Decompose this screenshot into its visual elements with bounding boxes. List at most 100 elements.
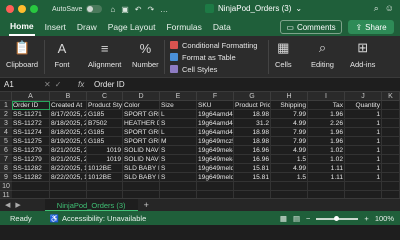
table-cell[interactable]: 1019 — [87, 146, 123, 155]
table-cell[interactable] — [123, 182, 160, 191]
search-icon[interactable]: ⌕ — [374, 3, 379, 14]
column-header-c[interactable]: C — [87, 92, 123, 101]
redo-icon[interactable]: ↷ — [147, 5, 154, 14]
table-cell[interactable]: 8/18/2025, 2 — [50, 128, 87, 137]
table-cell[interactable]: 15.81 — [234, 164, 271, 173]
table-cell[interactable]: 2.26 — [308, 119, 345, 128]
account-icon[interactable]: ☺ — [385, 3, 394, 14]
row-header-9[interactable]: 9 — [0, 173, 12, 182]
row-header-8[interactable]: 8 — [0, 164, 12, 173]
tab-draw[interactable]: Draw — [76, 19, 98, 35]
table-cell[interactable] — [308, 191, 345, 198]
table-cell[interactable]: 1 — [345, 164, 382, 173]
table-cell[interactable]: 18.98 — [234, 110, 271, 119]
table-cell[interactable]: 1 — [345, 128, 382, 137]
table-cell[interactable]: 19g649melq — [197, 173, 234, 182]
table-cell[interactable]: 8/22/2025, 1 — [50, 164, 87, 173]
table-cell[interactable] — [345, 182, 382, 191]
formula-input[interactable]: Order ID — [94, 80, 125, 89]
zoom-in-icon[interactable]: + — [364, 214, 368, 223]
row-header-2[interactable]: 2 — [0, 110, 12, 119]
table-cell[interactable]: SS-11275 — [12, 137, 50, 146]
chevron-down-icon[interactable]: ⌄ — [295, 4, 302, 13]
table-cell[interactable] — [12, 182, 50, 191]
table-cell[interactable]: S — [160, 173, 197, 182]
table-cell[interactable]: 7.99 — [271, 137, 308, 146]
select-all-corner[interactable] — [0, 92, 12, 101]
table-cell[interactable] — [160, 191, 197, 198]
table-cell[interactable]: 1 — [345, 155, 382, 164]
table-cell[interactable]: S — [160, 164, 197, 173]
table-cell[interactable]: SS-11279 — [12, 146, 50, 155]
table-cell[interactable]: L — [160, 110, 197, 119]
cell-styles-button[interactable]: Cell Styles — [170, 63, 257, 75]
table-cell[interactable]: 19g649melq — [197, 164, 234, 173]
font-group[interactable]: A Font — [54, 40, 70, 70]
table-cell[interactable]: 18.98 — [234, 128, 271, 137]
table-cell[interactable]: 8/18/2025, 2 — [50, 119, 87, 128]
table-cell[interactable]: SPORT GREY — [123, 128, 160, 137]
table-cell[interactable]: 1 — [345, 110, 382, 119]
table-cell[interactable] — [382, 137, 400, 146]
tab-insert[interactable]: Insert — [44, 19, 67, 35]
table-cell[interactable]: 1.02 — [308, 155, 345, 164]
home-icon[interactable]: ⌂ — [110, 5, 115, 14]
alignment-group[interactable]: ≡ Alignment — [88, 40, 121, 70]
accessibility-status[interactable]: ♿ Accessibility: Unavailable — [50, 214, 147, 223]
row-header-11[interactable]: 11 — [0, 191, 12, 198]
table-cell[interactable]: 1 — [345, 146, 382, 155]
table-cell[interactable]: 16.96 — [234, 146, 271, 155]
addins-group[interactable]: ⊞ Add-ins — [350, 40, 375, 69]
page-layout-view-icon[interactable]: ▤ — [293, 214, 300, 223]
table-cell[interactable] — [197, 191, 234, 198]
confirm-formula-icon[interactable]: ✓ — [55, 80, 62, 89]
autosave-control[interactable]: AutoSave — [52, 5, 103, 13]
autosave-toggle[interactable] — [86, 5, 103, 13]
header-cell[interactable]: Size — [160, 101, 197, 110]
table-cell[interactable]: SLD BABY BL — [123, 173, 160, 182]
row-header-1[interactable]: 1 — [0, 101, 12, 110]
table-cell[interactable]: 19g649mcz5 — [197, 137, 234, 146]
table-cell[interactable]: SS-11279 — [12, 155, 50, 164]
table-cell[interactable]: 8/17/2025, 2 — [50, 110, 87, 119]
table-cell[interactable] — [50, 182, 87, 191]
table-cell[interactable]: G185 — [87, 137, 123, 146]
table-cell[interactable] — [123, 191, 160, 198]
name-box[interactable]: A1 — [0, 80, 44, 89]
table-cell[interactable] — [271, 182, 308, 191]
table-cell[interactable]: HEATHER DU — [123, 119, 160, 128]
table-cell[interactable]: G185 — [87, 128, 123, 137]
header-cell[interactable]: Order ID — [12, 101, 50, 110]
table-cell[interactable]: 7.99 — [271, 110, 308, 119]
close-window-button[interactable] — [6, 5, 14, 13]
header-cell[interactable]: Product Price — [234, 101, 271, 110]
previous-sheet-icon[interactable]: ◀ — [5, 201, 10, 209]
header-cell[interactable]: Quantity — [345, 101, 382, 110]
table-cell[interactable] — [382, 182, 400, 191]
table-cell[interactable]: 1.5 — [271, 173, 308, 182]
table-cell[interactable]: 19g64amd4v — [197, 128, 234, 137]
table-cell[interactable]: 1 — [345, 137, 382, 146]
table-cell[interactable]: SS-11282 — [12, 173, 50, 182]
sheet-tab[interactable]: NinjaPod_Orders (3) — [44, 198, 138, 212]
table-cell[interactable]: 1.11 — [308, 164, 345, 173]
spreadsheet-grid[interactable]: A B C D E F G H I J K 1 Order ID Created At Product St… — [0, 92, 400, 198]
table-cell[interactable]: 18.98 — [234, 137, 271, 146]
table-cell[interactable] — [382, 191, 400, 198]
zoom-out-icon[interactable]: − — [306, 214, 310, 223]
row-header-5[interactable]: 5 — [0, 137, 12, 146]
table-cell[interactable]: 1012BE — [87, 164, 123, 173]
table-cell[interactable]: S — [160, 155, 197, 164]
column-header-k[interactable]: K — [382, 92, 400, 101]
format-as-table-button[interactable]: Format as Table — [170, 51, 257, 63]
table-cell[interactable]: SOLID NAVY — [123, 146, 160, 155]
header-cell[interactable]: Color — [123, 101, 160, 110]
table-cell[interactable]: 8/21/2025, 2 — [50, 146, 87, 155]
row-header-3[interactable]: 3 — [0, 119, 12, 128]
table-cell[interactable]: 1.96 — [308, 110, 345, 119]
table-cell[interactable]: SPORT GREY — [123, 137, 160, 146]
tab-page-layout[interactable]: Page Layout — [107, 19, 157, 35]
normal-view-icon[interactable]: ▦ — [280, 214, 287, 223]
table-cell[interactable]: SS-11274 — [12, 128, 50, 137]
table-cell[interactable]: 31.2 — [234, 119, 271, 128]
